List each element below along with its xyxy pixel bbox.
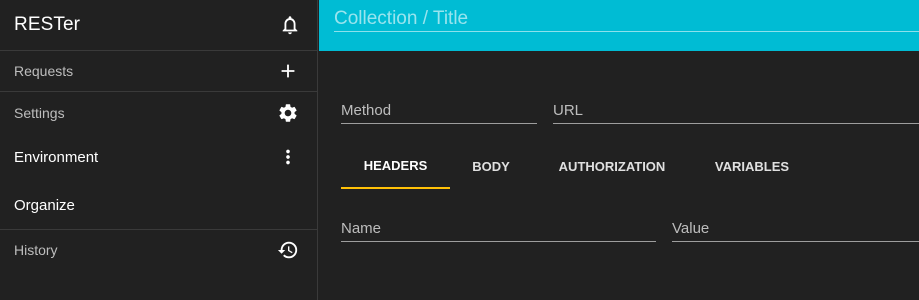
app-header: RESTer — [0, 0, 317, 51]
header-value-input[interactable] — [672, 220, 919, 242]
tab-authorization[interactable]: AUTHORIZATION — [532, 143, 692, 189]
gear-icon[interactable] — [276, 101, 300, 125]
sidebar-item-environment[interactable]: Environment — [0, 133, 317, 181]
method-input[interactable] — [341, 102, 537, 124]
sidebar-requests: Requests — [0, 51, 317, 92]
sidebar-history-label: History — [14, 242, 58, 258]
sidebar-settings: Settings — [0, 92, 317, 133]
history-icon[interactable] — [276, 238, 300, 262]
collection-title-input[interactable] — [334, 6, 919, 32]
bell-icon[interactable] — [278, 13, 302, 37]
sidebar-item-organize[interactable]: Organize — [0, 181, 317, 229]
more-vert-icon[interactable] — [276, 145, 300, 169]
sidebar-requests-label: Requests — [14, 63, 74, 79]
request-tabs: HEADERS BODY AUTHORIZATION VARIABLES — [341, 143, 812, 189]
tab-headers[interactable]: HEADERS — [341, 143, 450, 189]
tab-body[interactable]: BODY — [450, 143, 532, 189]
sidebar: RESTer Requests Settings Environment Org… — [0, 0, 318, 300]
plus-icon[interactable] — [276, 59, 300, 83]
sidebar-organize-label: Organize — [14, 196, 75, 214]
tab-variables[interactable]: VARIABLES — [692, 143, 812, 189]
sidebar-environment-label: Environment — [14, 148, 99, 166]
sidebar-settings-label: Settings — [14, 104, 65, 121]
main-panel: HEADERS BODY AUTHORIZATION VARIABLES — [319, 0, 919, 300]
title-bar — [319, 0, 919, 51]
sidebar-history: History — [0, 229, 317, 270]
app-title: RESTer — [14, 14, 81, 35]
header-name-input[interactable] — [341, 220, 656, 242]
url-input[interactable] — [553, 102, 919, 124]
